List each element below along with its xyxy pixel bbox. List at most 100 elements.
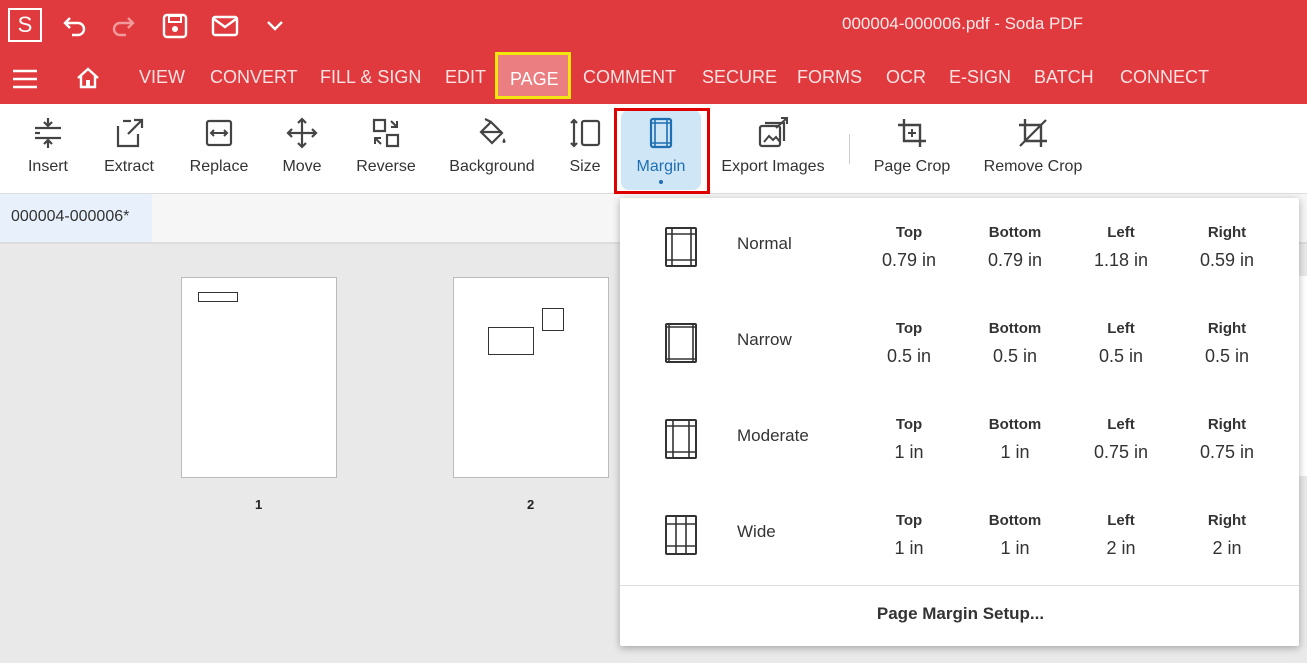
- thumbnail-shape: [198, 292, 238, 302]
- replace-button[interactable]: Replace: [188, 116, 250, 176]
- remove-crop-icon: [1019, 119, 1047, 147]
- bottom-value: 1 in: [1000, 538, 1030, 558]
- moderate-margin-icon: [665, 419, 697, 459]
- ribbon-separator: [849, 134, 850, 164]
- export-images-button[interactable]: Export Images: [720, 116, 826, 176]
- margin-option-narrow[interactable]: Narrow Top 0.5 in Bottom 0.5 in Left 0.5 in…: [620, 294, 1299, 390]
- menu-edit[interactable]: EDIT: [445, 67, 486, 88]
- wide-margin-icon: [665, 515, 697, 555]
- extract-button[interactable]: Extract: [101, 116, 157, 176]
- page-size-icon: [570, 118, 601, 148]
- right-header: Right: [1207, 512, 1247, 529]
- menu-connect[interactable]: CONNECT: [1120, 67, 1209, 88]
- remove-crop-label: Remove Crop: [983, 158, 1083, 175]
- menu-convert[interactable]: CONVERT: [210, 67, 298, 88]
- margin-option-name: Narrow: [737, 330, 792, 349]
- crop-icon: [898, 119, 926, 147]
- bottom-header: Bottom: [988, 512, 1042, 529]
- page-crop-label: Page Crop: [873, 158, 951, 175]
- left-value: 0.5 in: [1098, 346, 1144, 366]
- page-number-2: 2: [527, 497, 535, 512]
- bottom-header: Bottom: [988, 224, 1042, 241]
- right-value: 2 in: [1212, 538, 1242, 558]
- margin-dropdown-menu: Normal Top 0.79 in Bottom 0.79 in Left 1.18…: [620, 198, 1299, 646]
- insert-label: Insert: [27, 158, 68, 175]
- size-button[interactable]: Size: [566, 116, 604, 176]
- right-header: Right: [1207, 224, 1247, 241]
- remove-crop-button[interactable]: Remove Crop: [983, 116, 1083, 176]
- menu-comment[interactable]: COMMENT: [583, 67, 676, 88]
- export-images-label: Export Images: [721, 158, 825, 175]
- background-label: Background: [449, 158, 535, 175]
- insert-button[interactable]: Insert: [22, 116, 74, 176]
- redo-icon[interactable]: [110, 12, 138, 40]
- mail-icon[interactable]: [211, 12, 239, 40]
- extract-label: Extract: [104, 158, 154, 175]
- right-value: 0.75 in: [1199, 442, 1255, 462]
- right-value: 0.59 in: [1199, 250, 1255, 270]
- save-icon[interactable]: [161, 12, 189, 40]
- left-header: Left: [1107, 416, 1135, 433]
- page-margin-setup-button[interactable]: Page Margin Setup...: [620, 604, 1301, 624]
- top-header: Top: [895, 416, 923, 433]
- move-label: Move: [282, 158, 322, 175]
- document-tab[interactable]: 000004-000006*: [0, 194, 152, 242]
- left-value: 0.75 in: [1093, 442, 1149, 462]
- top-value: 0.79 in: [881, 250, 937, 270]
- export-images-icon: [758, 117, 788, 148]
- menu-e-sign[interactable]: E-SIGN: [949, 67, 1011, 88]
- menu-view[interactable]: VIEW: [139, 67, 185, 88]
- extract-icon: [116, 118, 144, 148]
- menu-page[interactable]: PAGE: [495, 52, 571, 99]
- hamburger-menu-icon[interactable]: [12, 69, 38, 94]
- margin-option-wide[interactable]: Wide Top 1 in Bottom 1 in Left 2 in Right 2 …: [620, 486, 1299, 582]
- left-header: Left: [1107, 512, 1135, 529]
- margin-option-moderate[interactable]: Moderate Top 1 in Bottom 1 in Left 0.75 in …: [620, 390, 1299, 486]
- top-value: 1 in: [894, 538, 924, 558]
- bottom-value: 0.5 in: [992, 346, 1038, 366]
- page-thumbnail-1[interactable]: [181, 277, 337, 478]
- thumbnail-shape: [488, 327, 534, 355]
- left-value: 1.18 in: [1093, 250, 1149, 270]
- thumbnail-shape: [542, 308, 564, 331]
- chevron-down-icon[interactable]: [261, 12, 289, 40]
- margin-option-name: Wide: [737, 522, 776, 541]
- insert-icon: [35, 118, 61, 148]
- margin-option-name: Normal: [737, 234, 792, 253]
- menu-secure[interactable]: SECURE: [702, 67, 777, 88]
- replace-icon: [205, 119, 233, 147]
- top-value: 0.5 in: [886, 346, 932, 366]
- background-button[interactable]: Background: [448, 116, 536, 176]
- narrow-margin-icon: [665, 323, 697, 363]
- top-header: Top: [895, 224, 923, 241]
- menu-batch[interactable]: BATCH: [1034, 67, 1094, 88]
- top-header: Top: [895, 320, 923, 337]
- reverse-button[interactable]: Reverse: [355, 116, 417, 176]
- paint-bucket-icon: [479, 118, 506, 145]
- menu-ocr[interactable]: OCR: [886, 67, 926, 88]
- menu-forms[interactable]: FORMS: [797, 67, 862, 88]
- margin-button-highlight-box: [614, 108, 710, 194]
- top-value: 1 in: [894, 442, 924, 462]
- bottom-value: 1 in: [1000, 442, 1030, 462]
- left-value: 2 in: [1106, 538, 1136, 558]
- document-tab-label: 000004-000006*: [11, 208, 130, 225]
- move-button[interactable]: Move: [280, 116, 324, 176]
- page-thumbnail-2[interactable]: [453, 277, 609, 478]
- top-header: Top: [895, 512, 923, 529]
- normal-margin-icon: [665, 227, 697, 267]
- document-title: 000004-000006.pdf - Soda PDF: [842, 14, 1084, 33]
- page-number-1: 1: [255, 497, 263, 512]
- right-header: Right: [1207, 320, 1247, 337]
- bottom-value: 0.79 in: [987, 250, 1043, 270]
- menu-fill-sign[interactable]: FILL & SIGN: [320, 67, 421, 88]
- page-crop-button[interactable]: Page Crop: [872, 116, 952, 176]
- soda-pdf-logo[interactable]: S: [8, 8, 42, 42]
- title-bar: S 000004-000006.pdf - Soda PDF: [0, 0, 1307, 52]
- dropdown-separator: [620, 585, 1299, 586]
- left-header: Left: [1107, 320, 1135, 337]
- menu-bar: VIEW CONVERT FILL & SIGN EDIT PAGE COMME…: [0, 52, 1307, 104]
- undo-icon[interactable]: [60, 12, 88, 40]
- home-icon[interactable]: [75, 66, 101, 95]
- margin-option-normal[interactable]: Normal Top 0.79 in Bottom 0.79 in Left 1.18…: [620, 198, 1299, 294]
